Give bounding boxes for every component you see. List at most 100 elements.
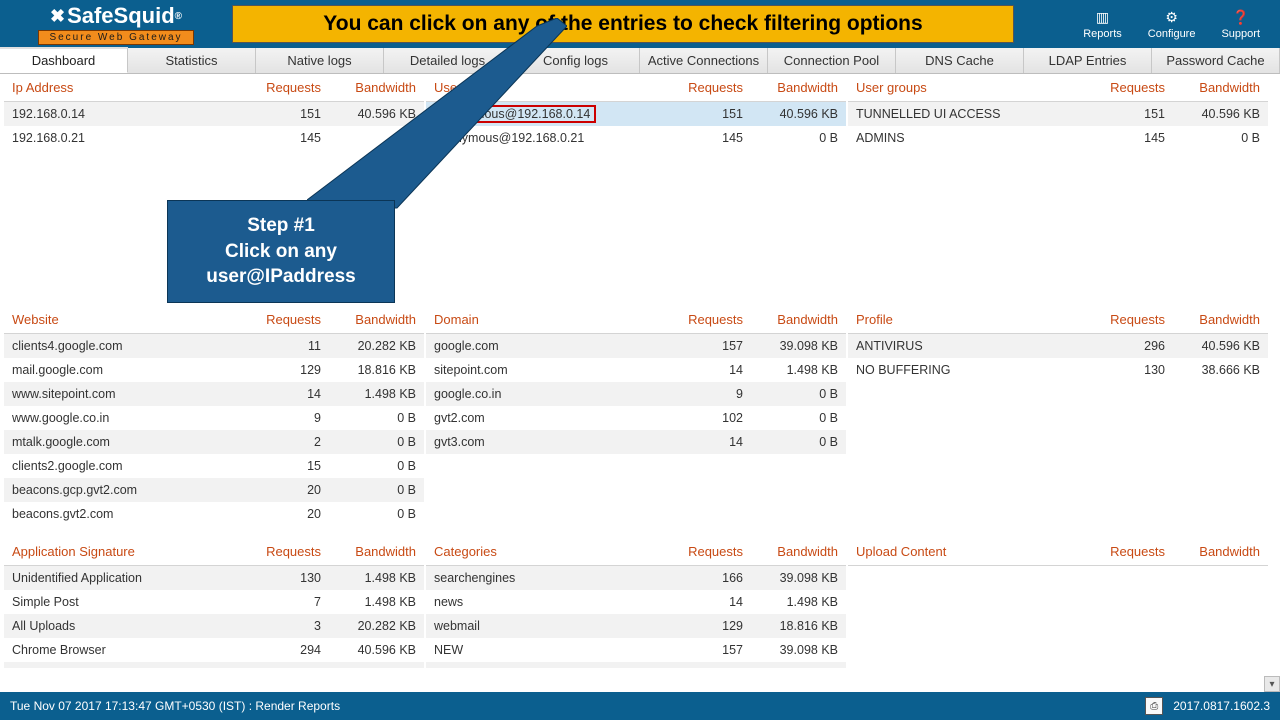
statusbar: Tue Nov 07 2017 17:13:47 GMT+0530 (IST) … bbox=[0, 692, 1280, 720]
panel-header: WebsiteRequestsBandwidth bbox=[4, 306, 424, 334]
configure-button[interactable]: ⚙ Configure bbox=[1148, 9, 1196, 40]
tab-native-logs[interactable]: Native logs bbox=[256, 48, 384, 73]
row-requests: 9 bbox=[653, 387, 743, 401]
row-requests: 157 bbox=[653, 339, 743, 353]
row-requests: 14 bbox=[653, 363, 743, 377]
table-row[interactable]: 192.168.0.211450 B bbox=[4, 126, 424, 150]
row-bandwidth: 39.098 KB bbox=[743, 339, 838, 353]
table-row[interactable]: Chrome Browser29440.596 KB bbox=[4, 638, 424, 662]
col-bandwidth: Bandwidth bbox=[321, 80, 416, 95]
gears-icon: ⚙ bbox=[1165, 9, 1178, 26]
row-requests: 20 bbox=[231, 483, 321, 497]
table-row[interactable]: google.com15739.098 KB bbox=[426, 334, 846, 358]
table-row[interactable]: 192.168.0.1415140.596 KB bbox=[4, 102, 424, 126]
pdf-export-icon[interactable]: ⎙ bbox=[1145, 697, 1163, 715]
panel-groups: User groupsRequestsBandwidthTUNNELLED UI… bbox=[848, 74, 1268, 304]
table-row[interactable]: mail.google.com12918.816 KB bbox=[4, 358, 424, 382]
col-bandwidth: Bandwidth bbox=[321, 312, 416, 327]
topbar: ✖ SafeSquid ® Secure Web Gateway You can… bbox=[0, 0, 1280, 48]
row-bandwidth: 1.498 KB bbox=[321, 571, 416, 585]
row-name: anonymous@192.168.0.21 bbox=[434, 131, 653, 145]
support-button[interactable]: ❓ Support bbox=[1221, 9, 1260, 40]
table-row[interactable]: ANTIVIRUS29640.596 KB bbox=[848, 334, 1268, 358]
panel-domain: DomainRequestsBandwidthgoogle.com15739.0… bbox=[426, 306, 846, 536]
table-row[interactable]: www.google.co.in90 B bbox=[4, 406, 424, 430]
row-bandwidth: 39.098 KB bbox=[743, 643, 838, 657]
table-row[interactable]: www.sitepoint.com141.498 KB bbox=[4, 382, 424, 406]
chart-icon: ▥ bbox=[1096, 9, 1109, 26]
table-row[interactable]: google.co.in90 B bbox=[426, 382, 846, 406]
table-row[interactable]: NO BUFFERING13038.666 KB bbox=[848, 358, 1268, 382]
tab-active-connections[interactable]: Active Connections bbox=[640, 48, 768, 73]
col-requests: Requests bbox=[231, 312, 321, 327]
row-name: Chrome Browser bbox=[12, 643, 231, 657]
col-requests: Requests bbox=[1075, 312, 1165, 327]
tab-detailed-logs[interactable]: Detailed logs bbox=[384, 48, 512, 73]
row-name: news bbox=[434, 595, 653, 609]
reports-button[interactable]: ▥ Reports bbox=[1083, 9, 1122, 40]
table-row[interactable]: gvt2.com1020 B bbox=[426, 406, 846, 430]
table-row[interactable]: NEW15739.098 KB bbox=[426, 638, 846, 662]
row-requests: 294 bbox=[231, 643, 321, 657]
col-title: Categories bbox=[434, 544, 653, 559]
table-row[interactable]: TUNNELLED UI ACCESS15140.596 KB bbox=[848, 102, 1268, 126]
table-row[interactable]: news141.498 KB bbox=[426, 590, 846, 614]
table-row[interactable]: ADMINS1450 B bbox=[848, 126, 1268, 150]
tab-dashboard[interactable]: Dashboard bbox=[0, 47, 128, 73]
row-bandwidth: 39.098 KB bbox=[321, 667, 416, 668]
table-row[interactable]: anonymous@192.168.0.211450 B bbox=[426, 126, 846, 150]
row-bandwidth: 40.596 KB bbox=[321, 643, 416, 657]
table-row[interactable]: Simple Post71.498 KB bbox=[4, 590, 424, 614]
tab-ldap-entries[interactable]: LDAP Entries bbox=[1024, 48, 1152, 73]
row-requests: 14 bbox=[653, 435, 743, 449]
table-row[interactable]: mtalk.google.com20 B bbox=[4, 430, 424, 454]
row-requests: 145 bbox=[231, 131, 321, 145]
row-bandwidth: 40.596 KB bbox=[321, 107, 416, 121]
row-name: 192.168.0.21 bbox=[12, 131, 231, 145]
row-bandwidth: 0 B bbox=[743, 131, 838, 145]
table-row[interactable]: searchengines16639.098 KB bbox=[426, 566, 846, 590]
row-requests: 11 bbox=[231, 339, 321, 353]
col-requests: Requests bbox=[231, 80, 321, 95]
tab-dns-cache[interactable]: DNS Cache bbox=[896, 48, 1024, 73]
row-requests: 129 bbox=[653, 619, 743, 633]
table-row[interactable]: beacons.gcp.gvt2.com200 B bbox=[4, 478, 424, 502]
row-requests: 15 bbox=[231, 459, 321, 473]
table-row[interactable]: clients4.google.com1120.282 KB bbox=[4, 334, 424, 358]
row-bandwidth: 18.816 KB bbox=[321, 363, 416, 377]
tab-connection-pool[interactable]: Connection Pool bbox=[768, 48, 896, 73]
table-row[interactable]: All Uploads320.282 KB bbox=[4, 614, 424, 638]
col-bandwidth: Bandwidth bbox=[743, 80, 838, 95]
panel-header: Ip AddressRequestsBandwidth bbox=[4, 74, 424, 102]
row-bandwidth: 1.498 KB bbox=[321, 595, 416, 609]
table-row[interactable]: sitepoint.com141.498 KB bbox=[426, 358, 846, 382]
row-bandwidth: 38.666 KB bbox=[1165, 363, 1260, 377]
table-row[interactable]: gvt3.com140 B bbox=[426, 430, 846, 454]
table-row[interactable]: anonymous@192.168.0.1415140.596 KB bbox=[426, 102, 846, 126]
table-row[interactable]: Google16639.098 KB bbox=[4, 662, 424, 668]
tab-config-logs[interactable]: Config logs bbox=[512, 48, 640, 73]
row-bandwidth: 1.498 KB bbox=[743, 595, 838, 609]
row-name: www.google.co.in bbox=[12, 411, 231, 425]
row-requests: 145 bbox=[653, 131, 743, 145]
table-row[interactable]: beacons.gvt2.com200 B bbox=[4, 502, 424, 526]
row-bandwidth: 0 B bbox=[321, 483, 416, 497]
scroll-down-icon[interactable]: ▾ bbox=[1264, 676, 1280, 692]
panel-header: CategoriesRequestsBandwidth bbox=[426, 538, 846, 566]
row-bandwidth: 18.816 KB bbox=[743, 619, 838, 633]
table-row[interactable]: webmail12918.816 KB bbox=[426, 614, 846, 638]
tab-password-cache[interactable]: Password Cache bbox=[1152, 48, 1280, 73]
tab-statistics[interactable]: Statistics bbox=[128, 48, 256, 73]
col-bandwidth: Bandwidth bbox=[1165, 312, 1260, 327]
col-title: Website bbox=[12, 312, 231, 327]
table-row[interactable]: test15739.098 KB bbox=[426, 662, 846, 668]
row-bandwidth: 40.596 KB bbox=[743, 107, 838, 121]
table-row[interactable]: Unidentified Application1301.498 KB bbox=[4, 566, 424, 590]
status-text: Tue Nov 07 2017 17:13:47 GMT+0530 (IST) … bbox=[10, 699, 340, 713]
panel-header: Application SignatureRequestsBandwidth bbox=[4, 538, 424, 566]
row-requests: 2 bbox=[231, 435, 321, 449]
row-requests: 14 bbox=[231, 387, 321, 401]
row-bandwidth: 0 B bbox=[743, 435, 838, 449]
col-title: Domain bbox=[434, 312, 653, 327]
table-row[interactable]: clients2.google.com150 B bbox=[4, 454, 424, 478]
